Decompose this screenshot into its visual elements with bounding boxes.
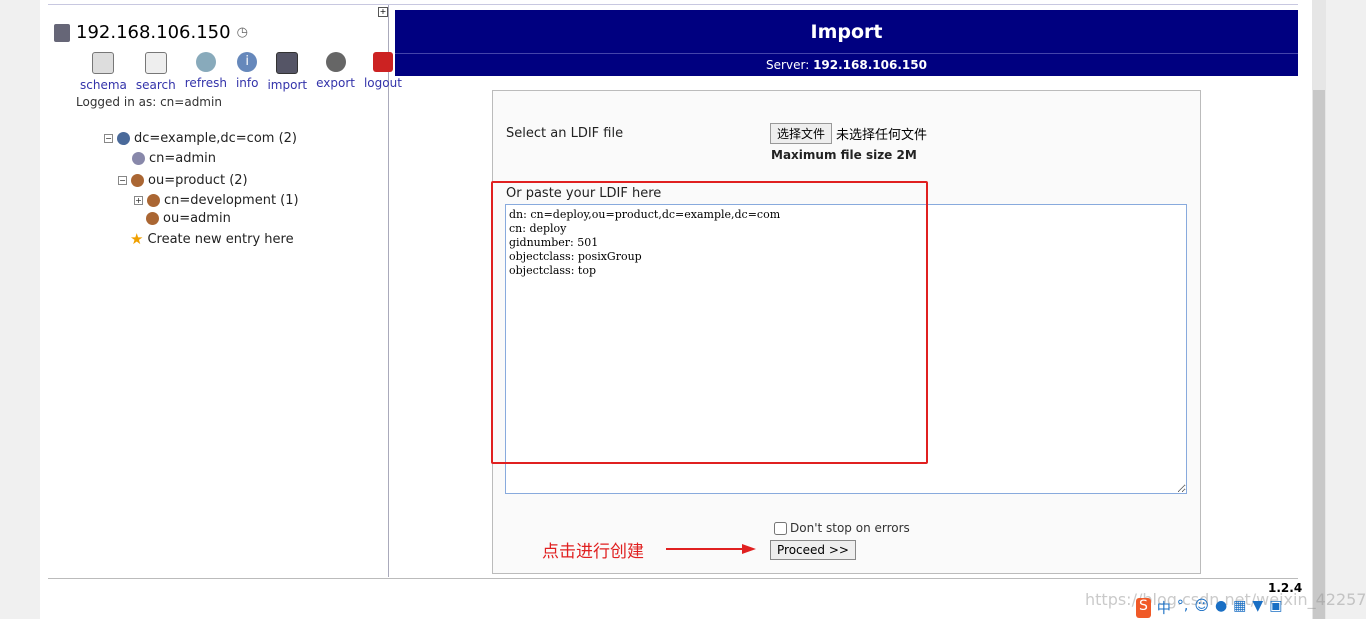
user-icon xyxy=(132,152,145,165)
label: refresh xyxy=(184,76,227,90)
tree-root[interactable]: − dc=example,dc=com (2) xyxy=(104,131,297,146)
label: export xyxy=(316,76,355,90)
group-icon xyxy=(147,194,160,207)
tree-label[interactable]: ou=product (2) xyxy=(148,173,248,188)
logged-in: Logged in as: cn=admin xyxy=(76,95,222,109)
tree-item-ouadmin[interactable]: ou=admin xyxy=(146,211,231,226)
tree-item-development[interactable]: + cn=development (1) xyxy=(134,193,299,208)
dont-stop-option[interactable]: Don't stop on errors xyxy=(774,521,910,535)
schema-icon xyxy=(92,52,115,74)
globe-icon xyxy=(117,132,130,145)
emoji-icon[interactable]: ☺ xyxy=(1194,598,1209,618)
mic-icon[interactable]: ● xyxy=(1215,598,1227,618)
refresh-button[interactable]: refresh xyxy=(185,52,227,92)
export-button[interactable]: export xyxy=(316,52,355,92)
choose-file-button[interactable]: 选择文件 xyxy=(770,123,833,144)
create-entry[interactable]: ★ Create new entry here xyxy=(130,230,294,248)
star-icon: ★ xyxy=(130,230,144,248)
server-label: Server: xyxy=(766,58,810,72)
label: info xyxy=(235,76,259,90)
collapse-icon[interactable]: − xyxy=(118,176,127,185)
sogou-icon[interactable]: S xyxy=(1136,598,1151,618)
annotation-box xyxy=(491,181,928,464)
refresh-icon xyxy=(195,52,216,72)
server-title[interactable]: 192.168.106.150 ◷ xyxy=(54,22,248,43)
group-icon xyxy=(131,174,144,187)
clock-icon: ◷ xyxy=(236,25,248,40)
tree-item-admin[interactable]: cn=admin xyxy=(132,151,216,166)
import-icon xyxy=(276,52,299,74)
server-info: Server: 192.168.106.150 xyxy=(395,54,1298,72)
page-title: Import xyxy=(395,10,1298,54)
label: import xyxy=(267,78,308,92)
tree-label[interactable]: cn=admin xyxy=(149,151,216,166)
tree-label[interactable]: dc=example,dc=com (2) xyxy=(134,131,297,146)
divider xyxy=(48,578,1298,579)
import-button[interactable]: import xyxy=(267,52,307,92)
logout-icon xyxy=(372,52,393,72)
arrow-icon xyxy=(666,544,756,554)
collapse-icon[interactable]: − xyxy=(104,134,113,143)
skin-icon[interactable]: ▼ xyxy=(1252,598,1263,618)
dont-stop-checkbox[interactable] xyxy=(774,521,787,535)
schema-button[interactable]: schema xyxy=(80,52,127,92)
file-input[interactable]: 选择文件 未选择任何文件 xyxy=(770,123,927,144)
label: schema xyxy=(80,78,127,92)
server-name[interactable]: 192.168.106.150 xyxy=(76,22,231,43)
search-icon xyxy=(144,52,167,74)
select-file-label: Select an LDIF file xyxy=(506,126,624,141)
tree-item-product[interactable]: − ou=product (2) xyxy=(118,173,248,188)
punctuation-icon[interactable]: °, xyxy=(1177,598,1188,618)
tree-label[interactable]: cn=development (1) xyxy=(164,193,299,208)
no-file-text: 未选择任何文件 xyxy=(836,128,928,143)
proceed-button[interactable]: Proceed >> xyxy=(770,540,856,560)
info-icon: i xyxy=(237,52,258,72)
import-header: Import Server: 192.168.106.150 xyxy=(395,10,1298,76)
apps-icon[interactable]: ▣ xyxy=(1269,598,1282,618)
expand-icon[interactable]: + xyxy=(378,7,388,17)
computer-icon xyxy=(54,23,70,42)
chinese-mode-icon[interactable]: 中 xyxy=(1157,598,1171,618)
label: logout xyxy=(363,76,402,90)
tree-label[interactable]: ou=admin xyxy=(163,211,231,226)
expand-icon[interactable]: + xyxy=(134,196,143,205)
label: search xyxy=(135,78,176,92)
dont-stop-label: Don't stop on errors xyxy=(790,521,910,535)
keyboard-icon[interactable]: ▦ xyxy=(1233,598,1246,618)
server-value: 192.168.106.150 xyxy=(813,58,927,72)
toolbar: schema search refresh i info import expor… xyxy=(80,52,402,92)
search-button[interactable]: search xyxy=(136,52,176,92)
group-icon xyxy=(146,212,159,225)
max-size-text: Maximum file size 2M xyxy=(771,148,917,162)
ime-toolbar: S 中 °, ☺ ● ▦ ▼ ▣ xyxy=(1136,598,1282,618)
scrollbar-thumb[interactable] xyxy=(1313,90,1325,619)
annotation-text: 点击进行创建 xyxy=(542,542,644,562)
export-icon xyxy=(325,52,346,72)
info-button[interactable]: i info xyxy=(235,52,259,92)
tree-label[interactable]: Create new entry here xyxy=(147,232,293,247)
